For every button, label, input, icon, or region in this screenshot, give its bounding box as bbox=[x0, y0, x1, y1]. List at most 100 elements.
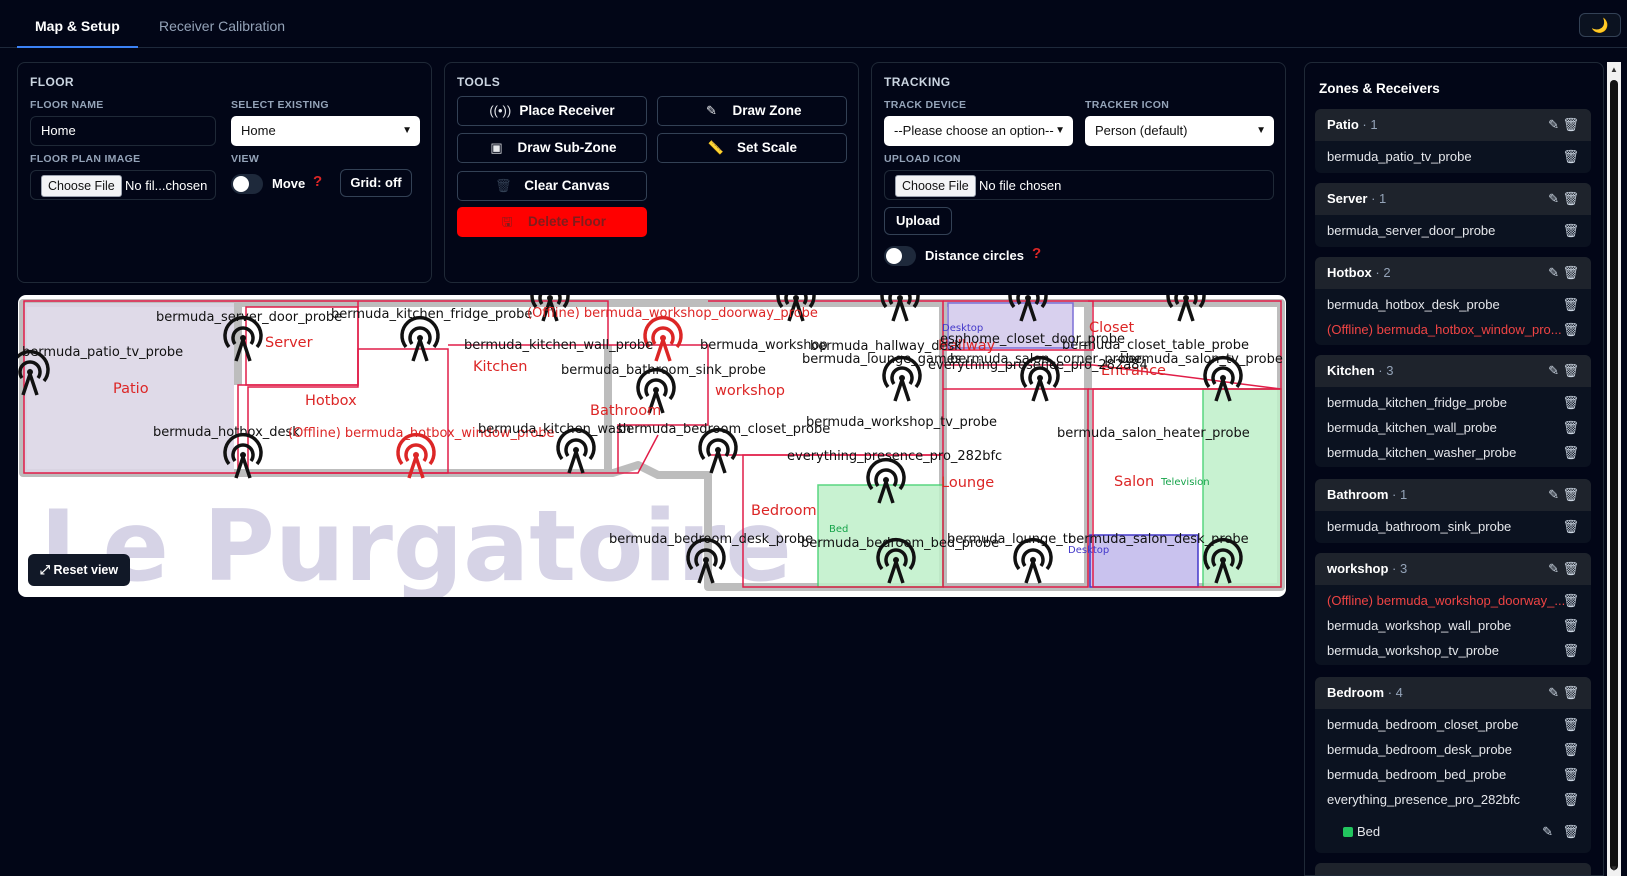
upload-button[interactable]: Upload bbox=[884, 207, 952, 235]
receiver-item[interactable]: bermuda_hotbox_desk_probe 🗑 bbox=[1315, 292, 1591, 317]
receiver-item[interactable]: everything_presence_pro_282bfc 🗑 bbox=[1315, 787, 1591, 812]
trash-icon[interactable]: 🗑 bbox=[1562, 355, 1579, 387]
choose-file-button[interactable]: Choose File bbox=[895, 175, 976, 197]
edit-icon[interactable]: ✎ bbox=[1548, 355, 1559, 387]
edit-icon[interactable]: ✎ bbox=[1548, 183, 1559, 215]
trash-icon[interactable]: 🗑 bbox=[1562, 677, 1579, 709]
receiver-item[interactable]: bermuda_kitchen_fridge_probe 🗑 bbox=[1315, 390, 1591, 415]
floor-map-canvas[interactable]: Le Purgatoire Patio Server Hotbox Kitche… bbox=[18, 295, 1286, 597]
trash-icon[interactable]: 🗑 bbox=[1562, 638, 1579, 663]
receiver-item[interactable]: bermuda_workshop_wall_probe 🗑 bbox=[1315, 613, 1591, 638]
trash-icon[interactable]: 🗑 bbox=[1562, 762, 1579, 787]
subzone-item-bed[interactable]: Bed ✎ 🗑 bbox=[1315, 816, 1591, 848]
receiver-item[interactable]: bermuda_bedroom_desk_probe 🗑 bbox=[1315, 737, 1591, 762]
trash-icon[interactable]: 🗑 bbox=[1562, 218, 1579, 243]
receiver-item[interactable]: bermuda_kitchen_wall_probe 🗑 bbox=[1315, 415, 1591, 440]
trash-icon[interactable]: 🗑 bbox=[1562, 816, 1579, 848]
sidebar-scrollbar[interactable]: ▲ ▼ bbox=[1607, 62, 1621, 876]
distance-circles-label: Distance circles bbox=[925, 248, 1025, 263]
clear-canvas-button[interactable]: 🗑 Clear Canvas bbox=[457, 171, 647, 201]
track-device-label: TRACK DEVICE bbox=[884, 99, 967, 111]
set-scale-button[interactable]: 📏 Set Scale bbox=[657, 133, 847, 163]
trash-icon[interactable]: 🗑 bbox=[1562, 787, 1579, 812]
tab-map-setup[interactable]: Map & Setup bbox=[17, 0, 138, 48]
delete-floor-button[interactable]: 🖫 Delete Floor bbox=[457, 207, 647, 237]
select-existing-dropdown[interactable]: Home ▼ bbox=[231, 116, 420, 146]
trash-icon[interactable]: 🗑 bbox=[1562, 479, 1579, 511]
upload-icon-file-input[interactable]: Choose File No file chosen bbox=[884, 170, 1274, 200]
reset-view-button[interactable]: ⤢ Reset view bbox=[28, 554, 131, 586]
floor-plan-svg[interactable]: Le Purgatoire Patio Server Hotbox Kitche… bbox=[18, 295, 1286, 597]
trash-icon[interactable]: 🗑 bbox=[1562, 737, 1579, 762]
receiver-item[interactable]: bermuda_kitchen_washer_probe 🗑 bbox=[1315, 440, 1591, 465]
grid-toggle-button[interactable]: Grid: off bbox=[340, 169, 412, 197]
receiver-item[interactable]: bermuda_bedroom_closet_probe 🗑 bbox=[1315, 712, 1591, 737]
broadcast-icon: ((•)) bbox=[489, 103, 512, 118]
draw-zone-button[interactable]: ✎ Draw Zone bbox=[657, 96, 847, 126]
tab-receiver-calibration[interactable]: Receiver Calibration bbox=[141, 0, 303, 48]
trash-icon[interactable]: 🗑 bbox=[1562, 144, 1579, 169]
receiver-item[interactable]: bermuda_bedroom_bed_probe 🗑 bbox=[1315, 762, 1591, 787]
zone-group-header[interactable]: Patio · 1 ✎ 🗑 bbox=[1315, 109, 1591, 141]
edit-icon[interactable]: ✎ bbox=[1548, 257, 1559, 289]
distance-circles-toggle[interactable] bbox=[884, 246, 916, 266]
moon-icon: 🌙 bbox=[1591, 17, 1609, 33]
trash-icon[interactable]: 🗑 bbox=[1562, 317, 1579, 342]
receiver-label: bermuda_kitchen_wash bbox=[478, 422, 631, 437]
zones-receivers-panel: Zones & Receivers Patio · 1 ✎ 🗑 bermuda_pa… bbox=[1304, 62, 1604, 876]
place-receiver-button[interactable]: ((•)) Place Receiver bbox=[457, 96, 647, 126]
move-toggle[interactable] bbox=[231, 174, 263, 194]
tracker-icon-dropdown[interactable]: Person (default) ▼ bbox=[1085, 116, 1274, 146]
receiver-item[interactable]: bermuda_workshop_tv_probe 🗑 bbox=[1315, 638, 1591, 663]
edit-icon[interactable]: ✎ bbox=[1542, 816, 1553, 848]
floor-name-input[interactable]: Home bbox=[30, 116, 216, 146]
trash-icon[interactable]: 🗑 bbox=[1562, 109, 1579, 141]
trash-icon[interactable]: 🗑 bbox=[1562, 553, 1579, 585]
scrollbar-thumb[interactable] bbox=[1610, 80, 1618, 870]
receiver-label: bermuda_closet_table_probe bbox=[1062, 338, 1249, 353]
trash-icon[interactable]: 🗑 bbox=[1562, 292, 1579, 317]
track-device-dropdown[interactable]: --Please choose an option-- ▼ bbox=[884, 116, 1073, 146]
theme-toggle-button[interactable]: 🌙 bbox=[1579, 13, 1621, 37]
trash-icon[interactable]: 🗑 bbox=[1562, 257, 1579, 289]
receiver-item-offline[interactable]: (Offline) bermuda_hotbox_window_pro... 🗑 bbox=[1315, 317, 1591, 342]
file-status: No file chosen bbox=[979, 178, 1062, 193]
trash-icon[interactable]: 🗑 bbox=[1562, 588, 1579, 613]
trash-icon[interactable]: 🗑 bbox=[1562, 440, 1579, 465]
receiver-item[interactable]: bermuda_patio_tv_probe 🗑 bbox=[1315, 144, 1591, 169]
receiver-item-offline[interactable]: (Offline) bermuda_workshop_doorway_... 🗑 bbox=[1315, 588, 1591, 613]
receiver-item[interactable]: bermuda_bathroom_sink_probe 🗑 bbox=[1315, 514, 1591, 539]
chevron-down-icon: ▼ bbox=[1256, 125, 1266, 136]
edit-icon[interactable]: ✎ bbox=[1548, 553, 1559, 585]
zone-group-header[interactable]: Kitchen · 3 ✎ 🗑 bbox=[1315, 355, 1591, 387]
trash-icon[interactable]: 🗑 bbox=[1562, 514, 1579, 539]
trash-icon[interactable]: 🗑 bbox=[1562, 712, 1579, 737]
ruler-icon: 📏 bbox=[707, 140, 725, 155]
trash-icon[interactable]: 🗑 bbox=[1562, 613, 1579, 638]
zone-group-header[interactable]: Bathroom · 1 ✎ 🗑 bbox=[1315, 479, 1591, 511]
receiver-label: everything_presence_pro_282bfc bbox=[787, 449, 1002, 464]
trash-icon[interactable]: 🗑 bbox=[1562, 183, 1579, 215]
receiver-item[interactable]: bermuda_server_door_probe 🗑 bbox=[1315, 218, 1591, 243]
zone-group-workshop: workshop · 3 ✎ 🗑 (Offline) bermuda_worksho… bbox=[1315, 553, 1591, 665]
edit-icon[interactable]: ✎ bbox=[1548, 479, 1559, 511]
draw-subzone-button[interactable]: ▣ Draw Sub-Zone bbox=[457, 133, 647, 163]
floor-plan-file-input[interactable]: Choose File No fil...chosen bbox=[30, 170, 216, 200]
zone-group-header[interactable]: Bedroom · 4 ✎ 🗑 bbox=[1315, 677, 1591, 709]
edit-icon[interactable]: ✎ bbox=[1548, 677, 1559, 709]
receiver-label: bermuda_lounge_tr bbox=[947, 532, 1074, 547]
edit-icon[interactable]: ✎ bbox=[1548, 109, 1559, 141]
zone-group-next bbox=[1315, 863, 1591, 875]
floppy-icon: 🖫 bbox=[501, 214, 513, 229]
help-icon[interactable]: ? bbox=[313, 173, 322, 190]
choose-file-button[interactable]: Choose File bbox=[41, 175, 122, 197]
zone-group-header[interactable]: Hotbox · 2 ✎ 🗑 bbox=[1315, 257, 1591, 289]
scroll-up-icon[interactable]: ▲ bbox=[1610, 65, 1618, 74]
zone-group-header[interactable]: Server · 1 ✎ 🗑 bbox=[1315, 183, 1591, 215]
trash-icon[interactable]: 🗑 bbox=[1562, 390, 1579, 415]
help-icon[interactable]: ? bbox=[1032, 245, 1041, 262]
zone-group-header[interactable]: workshop · 3 ✎ 🗑 bbox=[1315, 553, 1591, 585]
trash-icon[interactable]: 🗑 bbox=[1562, 415, 1579, 440]
scroll-down-icon[interactable]: ▼ bbox=[1610, 864, 1618, 873]
zone-label-salon: Salon bbox=[1114, 474, 1154, 490]
